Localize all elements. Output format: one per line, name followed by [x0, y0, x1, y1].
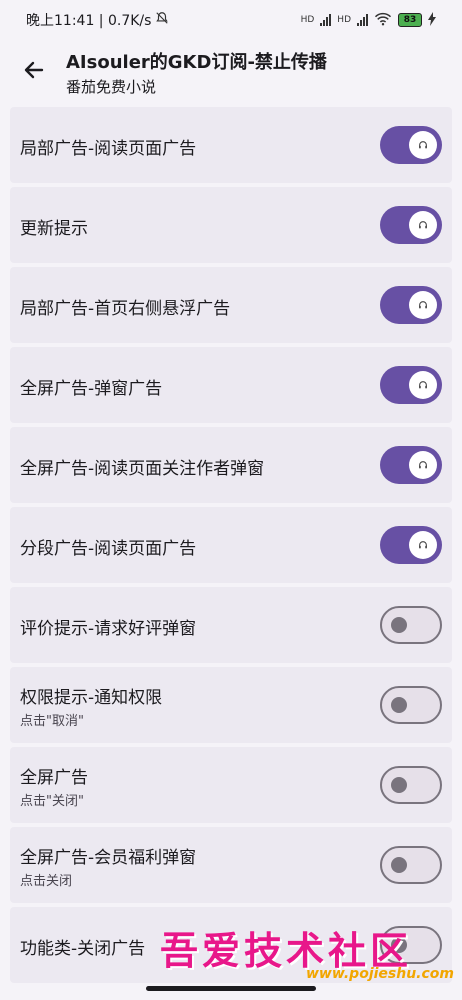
- rule-label: 局部广告-阅读页面广告: [20, 139, 197, 159]
- rule-toggle[interactable]: [380, 606, 442, 644]
- toggle-knob: [391, 697, 407, 713]
- arrow-left-icon: [24, 61, 44, 79]
- toggle-knob: [409, 451, 437, 479]
- charging-icon: [428, 11, 436, 29]
- rule-list: 局部广告-阅读页面广告 更新提示 局部广告-首页右侧悬浮广告 全屏广告-弹窗广告 全屏广…: [10, 107, 452, 987]
- toggle-knob: [409, 291, 437, 319]
- rule-label: 评价提示-请求好评弹窗: [20, 619, 197, 639]
- rule-description: 点击"关闭": [20, 794, 84, 809]
- app-bar: AIsouler的GKD订阅-禁止传播 番茄免费小说: [0, 40, 462, 104]
- page-title: AIsouler的GKD订阅-禁止传播: [66, 52, 327, 73]
- rule-toggle[interactable]: [380, 846, 442, 884]
- watermark: 吾爱技术社区 www.pojieshu.com: [160, 920, 460, 992]
- toggle-knob: [391, 777, 407, 793]
- rule-toggle[interactable]: [380, 526, 442, 564]
- rule-row[interactable]: 更新提示: [10, 187, 452, 263]
- toggle-knob: [391, 857, 407, 873]
- toggle-knob: [409, 131, 437, 159]
- rule-row[interactable]: 局部广告-首页右侧悬浮广告: [10, 267, 452, 343]
- rule-label: 分段广告-阅读页面广告: [20, 539, 197, 559]
- rule-toggle[interactable]: [380, 366, 442, 404]
- headphones-icon: [419, 541, 427, 549]
- headphones-icon: [419, 301, 427, 309]
- status-time-speed: 晚上11:41 | 0.7K/s: [26, 13, 152, 29]
- headphones-icon: [419, 221, 427, 229]
- network-label-2: HD: [337, 15, 351, 25]
- rule-row[interactable]: 全屏广告-阅读页面关注作者弹窗: [10, 427, 452, 503]
- rule-description: 点击关闭: [20, 874, 73, 889]
- rule-label: 全屏广告: [20, 768, 88, 788]
- rule-toggle[interactable]: [380, 446, 442, 484]
- battery-icon: 83: [398, 13, 422, 27]
- rule-label: 更新提示: [20, 219, 88, 239]
- status-bar: 晚上11:41 | 0.7K/s HD HD 83: [0, 0, 462, 40]
- rule-toggle[interactable]: [380, 126, 442, 164]
- toggle-knob: [409, 371, 437, 399]
- rule-label: 权限提示-通知权限: [20, 688, 163, 708]
- toggle-knob: [391, 617, 407, 633]
- rule-label: 全屏广告-弹窗广告: [20, 379, 163, 399]
- home-indicator[interactable]: [146, 986, 316, 991]
- rule-row[interactable]: 全屏广告-弹窗广告: [10, 347, 452, 423]
- watermark-url: www.pojieshu.com: [305, 966, 454, 982]
- rule-row[interactable]: 局部广告-阅读页面广告: [10, 107, 452, 183]
- rule-description: 点击"取消": [20, 714, 84, 729]
- rule-row[interactable]: 评价提示-请求好评弹窗: [10, 587, 452, 663]
- back-button[interactable]: [14, 50, 54, 90]
- rule-label: 全屏广告-阅读页面关注作者弹窗: [20, 459, 265, 479]
- rule-toggle[interactable]: [380, 766, 442, 804]
- rule-label: 局部广告-首页右侧悬浮广告: [20, 299, 231, 319]
- rule-toggle[interactable]: [380, 286, 442, 324]
- rule-row[interactable]: 权限提示-通知权限点击"取消": [10, 667, 452, 743]
- headphones-icon: [419, 141, 427, 149]
- rule-toggle[interactable]: [380, 686, 442, 724]
- headphones-icon: [419, 461, 427, 469]
- bell-muted-icon: [155, 11, 169, 29]
- signal-icon: [320, 14, 332, 26]
- network-label-1: HD: [300, 15, 315, 25]
- rule-row[interactable]: 全屏广告点击"关闭": [10, 747, 452, 823]
- rule-label: 功能类-关闭广告: [20, 939, 146, 959]
- page-subtitle: 番茄免费小说: [66, 78, 157, 96]
- toggle-knob: [409, 531, 437, 559]
- battery-level: 83: [403, 15, 417, 25]
- rule-toggle[interactable]: [380, 206, 442, 244]
- rule-row[interactable]: 分段广告-阅读页面广告: [10, 507, 452, 583]
- toggle-knob: [409, 211, 437, 239]
- rule-label: 全屏广告-会员福利弹窗: [20, 848, 197, 868]
- rule-row[interactable]: 全屏广告-会员福利弹窗点击关闭: [10, 827, 452, 903]
- signal-icon-2: [357, 14, 368, 26]
- wifi-icon: [374, 12, 392, 29]
- headphones-icon: [419, 381, 427, 389]
